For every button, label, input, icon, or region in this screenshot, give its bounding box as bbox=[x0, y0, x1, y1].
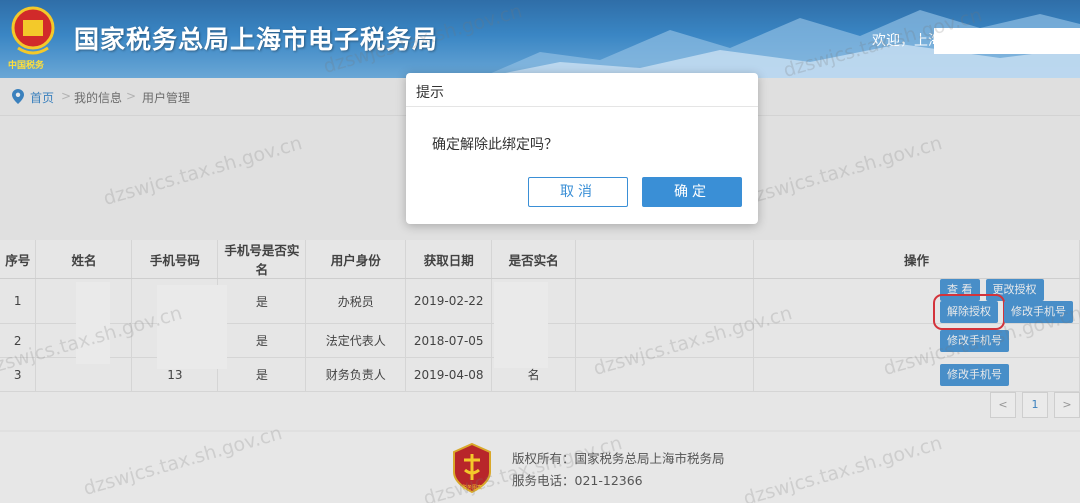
site-footer: 税务图案 版权所有：国家税务总局上海市税务局 服务电话：021-12366 bbox=[0, 432, 1080, 503]
dialog-title: 提示 bbox=[416, 85, 444, 101]
confirm-dialog: 提示 确定解除此绑定吗？ 取消 确定 bbox=[406, 73, 758, 224]
footer-copyright: 版权所有：国家税务总局上海市税务局 bbox=[512, 451, 725, 466]
site-header: 中国税务 国家税务总局上海市电子税务局 欢迎，上海 bbox=[0, 0, 1080, 78]
logo-caption: 税务图案 bbox=[462, 484, 482, 491]
site-title: 国家税务总局上海市电子税务局 bbox=[74, 25, 439, 54]
emblem-subtitle: 中国税务 bbox=[8, 61, 45, 71]
tax-logo-icon: 税务图案 bbox=[453, 442, 491, 494]
redacted-username bbox=[934, 28, 1080, 54]
cancel-button[interactable]: 取消 bbox=[528, 177, 628, 207]
dialog-header: 提示 bbox=[406, 73, 758, 107]
dialog-message: 确定解除此绑定吗？ bbox=[432, 137, 558, 153]
confirm-button[interactable]: 确定 bbox=[642, 177, 742, 207]
welcome-text: 欢迎，上海 bbox=[872, 33, 942, 49]
footer-phone: 服务电话：021-12366 bbox=[512, 473, 643, 488]
tax-emblem-icon bbox=[11, 6, 55, 55]
